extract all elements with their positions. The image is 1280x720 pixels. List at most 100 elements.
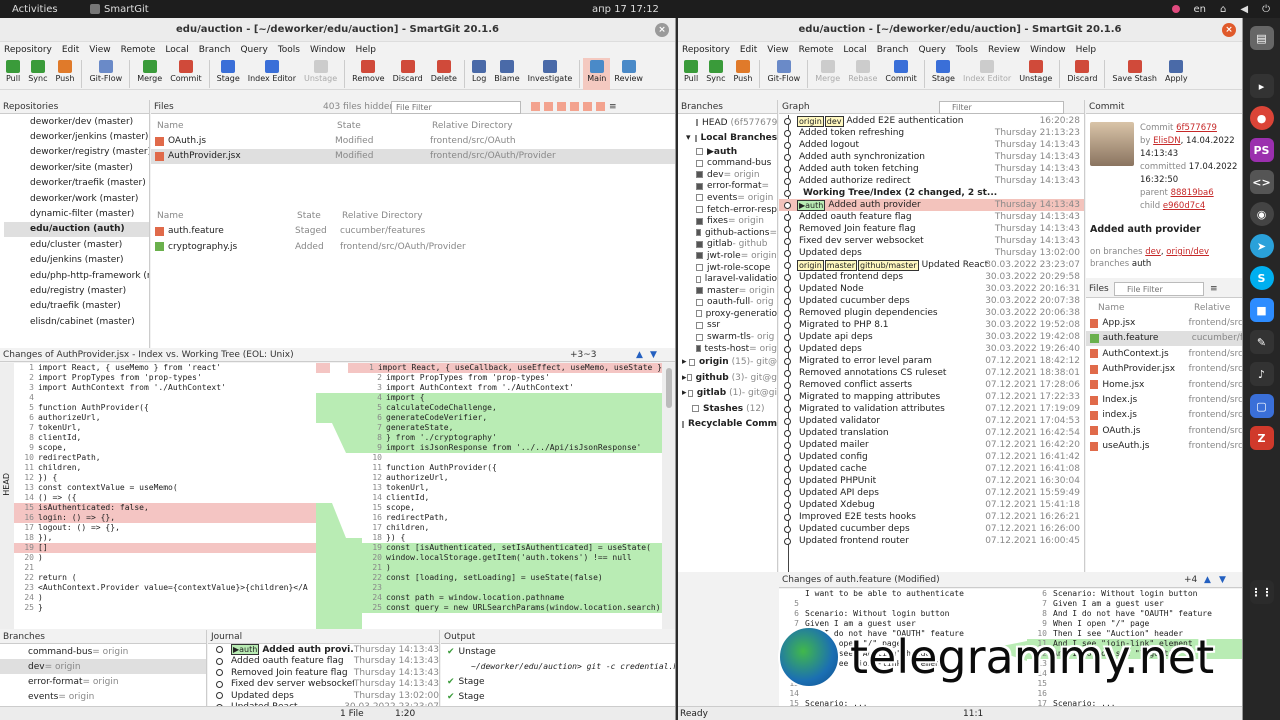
graph-commit-row[interactable]: Updated translation 07.12.2021 16:42:54	[779, 427, 1084, 439]
local-branch-item[interactable]: swarm-tls - orig	[678, 331, 777, 343]
branch-checkbox[interactable]	[696, 252, 703, 260]
phpstorm-icon[interactable]: PS	[1249, 138, 1274, 162]
notification-icon[interactable]	[1171, 5, 1180, 13]
graph-commit-row[interactable]: Migrated to validation attributes 07.12.2…	[779, 403, 1084, 415]
graph-commit-row[interactable]: Updated frontend deps 30.03.2022 20:29:58	[779, 271, 1084, 283]
graph-commit-row[interactable]: Updated cucumber deps 30.03.2022 20:07:38	[779, 295, 1084, 307]
toolbar-review-button[interactable]: Review	[610, 58, 647, 83]
commit-hash-link[interactable]: 6f577679	[1176, 123, 1217, 133]
branch-checkbox[interactable]	[696, 240, 703, 248]
graph-commit-row[interactable]: Added token refreshing Thursday 21:13:23	[779, 127, 1084, 139]
branch-link[interactable]: origin/dev	[1166, 247, 1209, 257]
branch-checkbox[interactable]	[696, 333, 703, 341]
filter-icon[interactable]	[544, 102, 553, 111]
local-branches-node[interactable]: ▾ Local Branches	[678, 130, 777, 145]
repository-item[interactable]: edu/jenkins (master)	[4, 253, 149, 268]
graph-commit-row[interactable]: Removed Join feature flag Thursday 14:13:…	[779, 223, 1084, 235]
guitar-icon[interactable]: ♪	[1249, 362, 1274, 386]
remote-checkbox[interactable]	[689, 358, 695, 366]
telegram-icon[interactable]: ➤	[1249, 234, 1274, 258]
remote-node[interactable]: ▸ origin (15) - git@	[678, 354, 777, 370]
file-filter-input[interactable]	[391, 101, 521, 114]
graph-commit-row[interactable]: Updated cucumber deps 07.12.2021 16:26:00	[779, 523, 1084, 535]
local-branch-item[interactable]: dev = origin	[678, 169, 777, 181]
output-item[interactable]: ✔ Unstage	[441, 644, 675, 659]
file-row[interactable]: cryptography.js Added frontend/src/OAuth/P…	[151, 239, 675, 254]
branch-checkbox[interactable]	[696, 264, 703, 272]
repository-item[interactable]: deworker/jenkins (master)	[4, 129, 149, 144]
graph-commit-row[interactable]: Updated config 07.12.2021 16:41:42	[779, 451, 1084, 463]
arrow-down-icon[interactable]: ▼	[650, 350, 657, 360]
close-icon[interactable]: ×	[655, 23, 669, 37]
menu-item-branch[interactable]: Branch	[877, 45, 909, 55]
menu-item-view[interactable]: View	[89, 45, 110, 55]
graph-commit-row[interactable]: Added oauth feature flag Thursday 14:13:4…	[779, 211, 1084, 223]
menu-icon[interactable]: ≡	[609, 102, 617, 112]
graph-commit-row[interactable]: Updated mailer 07.12.2021 16:42:20	[779, 439, 1084, 451]
graph-commit-row[interactable]: Added authorize redirect Thursday 14:13:4…	[779, 175, 1084, 187]
graph-commit-row[interactable]: Removed conflict asserts 07.12.2021 17:28…	[779, 379, 1084, 391]
remote-checkbox[interactable]	[687, 374, 692, 382]
toolbar-log-button[interactable]: Log	[468, 58, 490, 83]
repository-item[interactable]: edu/cluster (master)	[4, 237, 149, 252]
local-branch-item[interactable]: events = origin	[678, 192, 777, 204]
toolbar-sync-button[interactable]: Sync	[24, 58, 51, 83]
graph-commit-row[interactable]: Updated frontend router 07.12.2021 16:00:…	[779, 535, 1084, 547]
toolbar-rebase-button[interactable]: Rebase	[844, 58, 881, 83]
network-icon[interactable]: ⌂	[1220, 4, 1226, 15]
commit-file-row[interactable]: AuthContext.js frontend/src	[1086, 346, 1242, 361]
graph-commit-row[interactable]: Updated Xdebug 07.12.2021 15:41:18	[779, 499, 1084, 511]
repository-item[interactable]: edu/php-http-framework (master)	[4, 268, 149, 283]
close-icon[interactable]: ×	[1222, 23, 1236, 37]
author-link[interactable]: ElisDN	[1153, 136, 1180, 146]
power-icon[interactable]: ⏻	[1262, 4, 1270, 15]
remote-node[interactable]: Recyclable Commits	[678, 416, 777, 432]
output-item[interactable]: ✔ Stage	[441, 689, 675, 704]
commit-file-row[interactable]: App.jsx frontend/src	[1086, 315, 1242, 330]
toolbar-unstage-button[interactable]: Unstage	[1015, 58, 1056, 83]
toolbar-stage-button[interactable]: Stage	[928, 58, 959, 83]
graph-commit-row[interactable]: Removed annotations CS ruleset 07.12.2021…	[779, 367, 1084, 379]
branch-checkbox[interactable]	[696, 287, 703, 295]
menu-item-edit[interactable]: Edit	[740, 45, 757, 55]
toolbar-delete-button[interactable]: Delete	[427, 58, 461, 83]
terminal-icon[interactable]: ▸	[1249, 74, 1274, 98]
menu-item-query[interactable]: Query	[918, 45, 945, 55]
graph-commit-row[interactable]: Migrated to mapping attributes 07.12.2021…	[779, 391, 1084, 403]
repository-item[interactable]: deworker/registry (master)	[4, 145, 149, 160]
local-branch-item[interactable]: oauth-full - orig	[678, 297, 777, 309]
branch-checkbox[interactable]	[696, 206, 703, 214]
toolbar-discard-button[interactable]: Discard	[1063, 58, 1101, 83]
toolbar-unstage-button[interactable]: Unstage	[300, 58, 341, 83]
menu-item-window[interactable]: Window	[310, 45, 346, 55]
graph-commit-row[interactable]: ▶auth Added auth provider Thursday 14:13:4…	[779, 199, 1084, 211]
graph-commit-row[interactable]: Working Tree/Index (2 changed, 2 st...	[779, 187, 1084, 199]
toolbar-apply-button[interactable]: Apply	[1161, 58, 1192, 83]
branch-item[interactable]: events = origin	[0, 689, 206, 704]
graph-commit-row[interactable]: origin dev Added E2E authentication 16:20:2…	[779, 115, 1084, 127]
remote-node[interactable]: Stashes (12)	[678, 401, 777, 417]
toolbar-pull-button[interactable]: Pull	[680, 58, 702, 83]
repository-item[interactable]: edu/traefik (master)	[4, 299, 149, 314]
menu-item-review[interactable]: Review	[988, 45, 1020, 55]
obs-icon[interactable]: ◉	[1249, 202, 1274, 226]
graph-commit-row[interactable]: origin master github/master Updated React 30…	[779, 259, 1084, 271]
menu-item-local[interactable]: Local	[843, 45, 866, 55]
local-branch-item[interactable]: jwt-role = origin	[678, 250, 777, 262]
toolbar-main-button[interactable]: Main	[583, 58, 611, 90]
branch-checkbox[interactable]	[696, 321, 703, 329]
branch-checkbox[interactable]	[696, 275, 701, 283]
zoom-icon[interactable]: ■	[1249, 298, 1274, 322]
filter-icon[interactable]	[557, 102, 566, 111]
repository-item[interactable]: dynamic-filter (master)	[4, 206, 149, 221]
commit-file-row[interactable]: Home.jsx frontend/src	[1086, 377, 1242, 392]
graph-filter-input[interactable]	[939, 101, 1064, 114]
graph-commit-row[interactable]: Updated cache 07.12.2021 16:41:08	[779, 463, 1084, 475]
arrow-down-icon[interactable]: ▼	[1219, 575, 1226, 585]
branch-checkbox[interactable]	[696, 182, 703, 190]
head-item[interactable]: HEAD (6f577679)	[678, 115, 777, 130]
menu-item-view[interactable]: View	[767, 45, 788, 55]
repository-item[interactable]: edu/registry (master)	[4, 283, 149, 298]
commit-file-row[interactable]: AuthProvider.jsx frontend/src	[1086, 362, 1242, 377]
branch-checkbox[interactable]	[696, 345, 701, 353]
